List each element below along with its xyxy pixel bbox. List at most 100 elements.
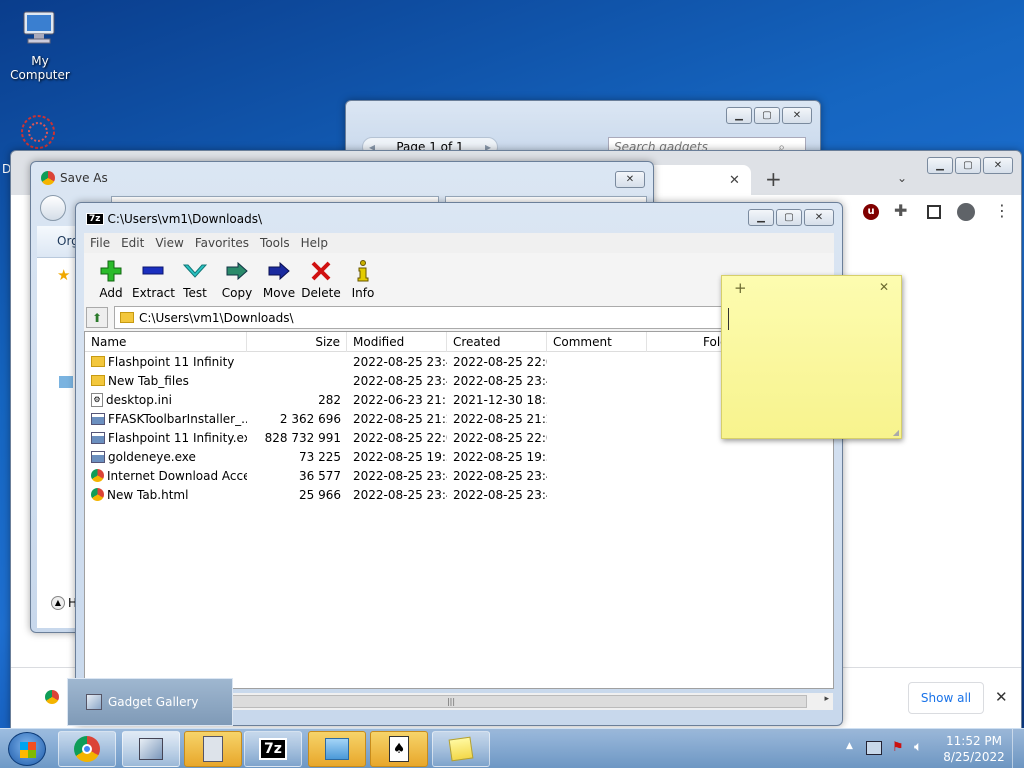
network-tray-icon[interactable] [866,741,882,755]
col-comment[interactable]: Comment [547,331,647,352]
path-text: C:\Users\vm1\Downloads\ [139,310,294,325]
check-icon [174,259,216,283]
up-folder-button[interactable]: ⬆ [86,307,108,328]
extensions-puzzle-icon[interactable]: ✚ [894,201,907,220]
delete-button[interactable]: Delete [300,259,342,300]
taskbar-preview-tooltip[interactable]: Gadget Gallery [67,678,233,726]
info-button[interactable]: Info [342,259,384,300]
close-button[interactable]: ✕ [782,107,812,124]
tab-close-icon[interactable]: ✕ [729,173,740,188]
sticky-close-icon[interactable]: ✕ [879,280,889,294]
browser-menu-icon[interactable]: ⋮ [994,201,1010,220]
file-modified: 2022-06-23 21:10 [353,392,447,407]
file-modified: 2022-08-25 23:40 [353,468,447,483]
clock[interactable]: 11:52 PM 8/25/2022 [942,733,1006,765]
file-name: FFASKToolbarInstaller_... [108,411,247,426]
taskbar-sticky-notes[interactable] [432,731,490,767]
taskbar-explorer[interactable] [308,731,366,767]
chrome-icon [91,469,104,482]
computer-icon [18,10,62,50]
sevenzip-minimize-button[interactable]: ▁ [748,209,774,226]
sticky-add-icon[interactable]: + [734,279,747,297]
browser-close-button[interactable]: ✕ [983,157,1013,174]
minus-icon [132,259,174,283]
file-name: Flashpoint 11 Infinity [108,354,235,369]
file-modified: 2022-08-25 23:43 [353,373,447,388]
sticky-note[interactable]: + ✕ ◢ [721,275,902,439]
taskbar-gadget-gallery[interactable] [122,731,180,767]
browser-tab[interactable]: ✕ [641,165,751,195]
delete-label: Delete [301,286,341,300]
taskbar-7zip[interactable]: 7z [244,731,302,767]
copy-button[interactable]: Copy [216,259,258,300]
tab-search-chevron-icon[interactable]: ⌄ [897,171,907,185]
sevenzip-logo-icon: 7z [86,213,104,225]
my-computer-desktop-icon[interactable]: My Computer [0,10,80,82]
favorites-star-icon[interactable]: ★ [57,266,70,284]
new-tab-button[interactable]: + [765,167,782,191]
network-desktop-icon[interactable] [16,112,60,152]
show-all-button[interactable]: Show all [908,682,984,714]
flag-tray-icon[interactable]: ⚑ [892,740,904,755]
folder-icon [120,312,134,323]
exe-icon [91,412,105,425]
close-download-bar-icon[interactable]: ✕ [995,688,1008,706]
file-created: 2022-08-25 19:51 [453,449,547,464]
save-as-title: Save As [60,171,108,185]
taskbar-chrome[interactable] [58,731,116,767]
chrome-taskbar-icon [74,736,100,762]
extract-button[interactable]: Extract [132,259,175,300]
scroll-right-icon[interactable]: ▸ [824,694,829,704]
back-button[interactable] [40,195,66,221]
file-name: desktop.ini [106,392,172,407]
sevenzip-close-button[interactable]: ✕ [804,209,834,226]
start-button[interactable] [8,732,46,766]
hide-folders-button[interactable]: ▲ H [51,596,77,610]
move-button[interactable]: Move [258,259,300,300]
profile-avatar-icon[interactable] [957,203,975,221]
menu-favorites[interactable]: Favorites [195,236,256,250]
menu-tools[interactable]: Tools [260,236,297,250]
menu-view[interactable]: View [155,236,190,250]
taskbar-solitaire[interactable]: ♠ [370,731,428,767]
menu-edit[interactable]: Edit [121,236,151,250]
folder-icon [91,375,105,386]
side-panel-icon[interactable] [927,205,941,219]
resize-grip-icon[interactable]: ◢ [893,428,899,437]
file-row[interactable]: goldeneye.exe 73 225 2022-08-25 19:51 2022-… [85,447,833,466]
calculator-icon [203,736,223,762]
col-modified[interactable]: Modified [347,331,447,352]
test-button[interactable]: Test [174,259,216,300]
gadget-gallery-label: Gadget Gallery [108,695,199,709]
minimize-button[interactable]: ▁ [726,107,752,124]
file-row[interactable]: Internet Download Acce... 36 577 2022-08-2… [85,466,833,485]
windows-logo-icon [20,742,36,758]
volume-tray-icon[interactable]: 🔈︎ [914,739,922,755]
folder-icon [91,356,105,367]
show-hidden-icons-icon[interactable]: ▲ [846,741,853,751]
show-desktop-button[interactable] [1012,729,1024,768]
add-button[interactable]: Add [90,259,132,300]
menu-file[interactable]: File [90,236,117,250]
file-created: 2021-12-30 18:34 [453,392,547,407]
file-size: 282 [318,392,341,407]
taskbar-calculator[interactable] [184,731,242,767]
col-name[interactable]: Name [85,331,247,352]
browser-maximize-button[interactable]: ▢ [955,157,981,174]
col-created[interactable]: Created [447,331,547,352]
menu-help[interactable]: Help [301,236,335,250]
col-size[interactable]: Size [247,331,347,352]
add-label: Add [99,286,123,300]
maximize-button[interactable]: ▢ [754,107,780,124]
test-label: Test [183,286,207,300]
chrome-icon [41,171,55,185]
file-row[interactable]: New Tab.html 25 966 2022-08-25 23:43 2022-0… [85,485,833,504]
plus-icon [90,259,132,283]
libraries-icon[interactable] [59,376,73,388]
sevenzip-maximize-button[interactable]: ▢ [776,209,802,226]
file-modified: 2022-08-25 22:04 [353,430,447,445]
ublock-extension-icon[interactable]: u [863,204,879,220]
browser-minimize-button[interactable]: ▁ [927,157,953,174]
menu-bar: File Edit View Favorites Tools Help [84,233,834,253]
save-as-close-button[interactable]: ✕ [615,171,645,188]
